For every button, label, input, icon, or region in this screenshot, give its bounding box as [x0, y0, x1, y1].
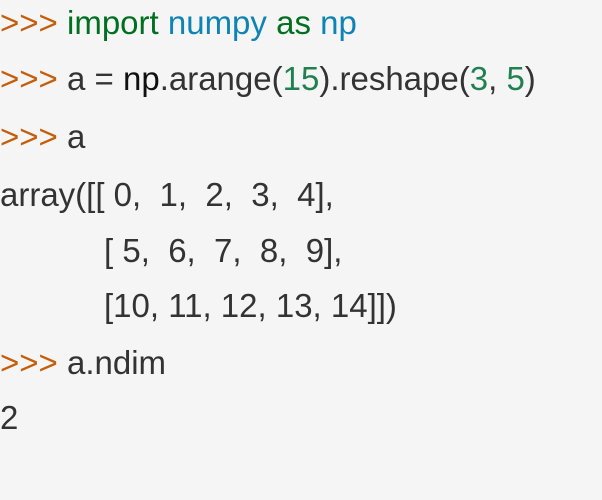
prompt: >>>: [0, 4, 58, 41]
output-line-ndim-result: 2: [0, 398, 18, 438]
input-line-import: >>> import numpy as np: [0, 3, 357, 43]
assign-operator: =: [85, 60, 123, 97]
module-numpy: numpy: [167, 4, 267, 41]
keyword-import: import: [67, 4, 159, 41]
number-3: 3: [469, 60, 489, 97]
keyword-as: as: [276, 4, 311, 41]
input-line-ndim: >>> a.ndim: [0, 343, 166, 383]
prompt: >>>: [0, 344, 58, 381]
close-paren: ): [524, 60, 536, 97]
input-line-a: >>> a: [0, 117, 85, 157]
number-15: 15: [282, 60, 320, 97]
name-np: np: [122, 60, 160, 97]
number-5: 5: [506, 60, 525, 97]
alias-np: np: [320, 4, 357, 41]
comma: ,: [488, 60, 507, 97]
prompt: >>>: [0, 60, 58, 97]
output-text: [10, 11, 12, 13, 14]]): [104, 287, 397, 324]
output-text: [ 5, 6, 7, 8, 9],: [104, 232, 343, 269]
call-arange: .arange(: [159, 60, 283, 97]
variable-a: a: [67, 60, 86, 97]
output-text: 2: [0, 399, 19, 436]
output-text: array([[ 0, 1, 2, 3, 4],: [0, 176, 334, 213]
expression-a-ndim: a.ndim: [67, 344, 167, 381]
input-line-reshape: >>> a = np.arange(15).reshape(3, 5): [0, 59, 536, 99]
call-reshape: ).reshape(: [319, 60, 470, 97]
output-line-array-row-3: [10, 11, 12, 13, 14]]): [0, 286, 397, 326]
output-line-array-row-2: [ 5, 6, 7, 8, 9],: [0, 231, 342, 271]
variable-a: a: [67, 118, 86, 155]
output-line-array-row-1: array([[ 0, 1, 2, 3, 4],: [0, 175, 334, 215]
python-console-snippet: >>> import numpy as np >>> a = np.arange…: [0, 0, 602, 500]
prompt: >>>: [0, 118, 58, 155]
